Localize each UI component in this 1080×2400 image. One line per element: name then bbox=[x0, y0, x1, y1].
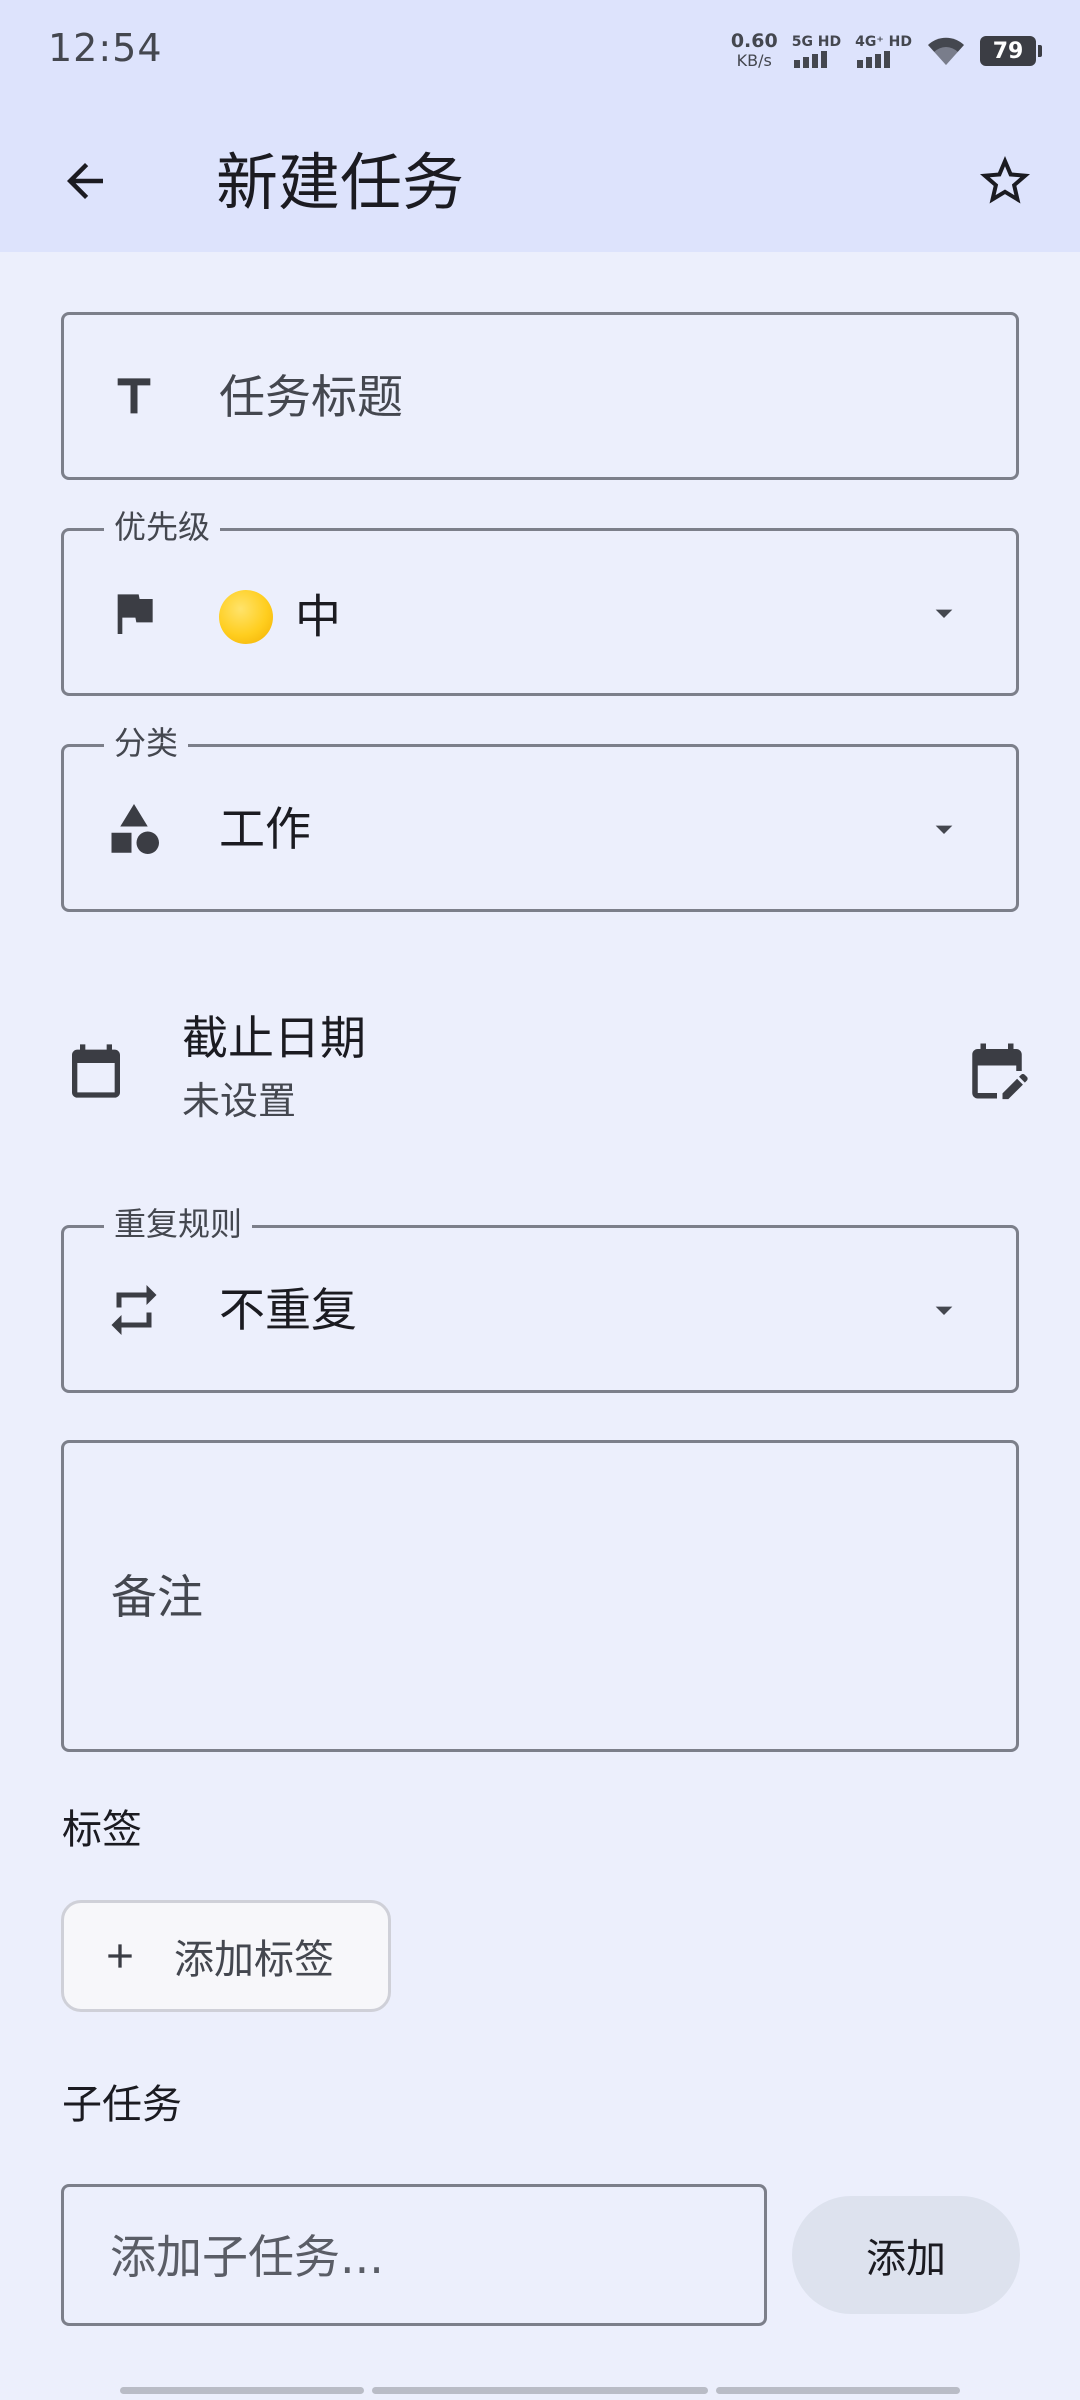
bottom-divider bbox=[120, 2387, 364, 2394]
notes-placeholder: 备注 bbox=[111, 1570, 203, 1624]
status-bar: 12:54 0.60 KB/s 5G HD 4G⁺ HD 79 bbox=[0, 0, 1080, 100]
subtask-input[interactable] bbox=[108, 2217, 708, 2297]
priority-value: 中 bbox=[219, 583, 341, 647]
repeat-value: 不重复 bbox=[219, 1283, 357, 1337]
repeat-label: 重复规则 bbox=[104, 1204, 253, 1244]
network-speed-unit: KB/s bbox=[736, 51, 772, 70]
sim2-label: 4G⁺ HD bbox=[855, 34, 912, 50]
add-subtask-button[interactable]: 添加 bbox=[792, 2196, 1020, 2314]
sim1-label: 5G HD bbox=[791, 34, 842, 50]
sim2-signal: 4G⁺ HD bbox=[855, 34, 912, 68]
task-title-placeholder: 任务标题 bbox=[219, 370, 403, 424]
signal-bars-icon bbox=[857, 51, 891, 68]
due-date-title: 截止日期 bbox=[182, 1011, 366, 1065]
category-icon bbox=[104, 799, 164, 859]
add-tag-label: 添加标签 bbox=[174, 1937, 334, 1983]
due-date-value: 未设置 bbox=[182, 1079, 297, 1123]
status-time: 12:54 bbox=[48, 26, 163, 70]
app-bar: 新建任务 bbox=[0, 100, 1080, 252]
category-value: 工作 bbox=[219, 802, 311, 856]
battery-indicator: 79 bbox=[980, 36, 1042, 66]
priority-dropdown[interactable]: 优先级 中 bbox=[61, 507, 1019, 696]
network-speed: 0.60 KB/s bbox=[730, 30, 778, 71]
title-icon bbox=[104, 367, 164, 427]
task-title-field[interactable]: 任务标题 bbox=[61, 312, 1019, 480]
chevron-down-icon bbox=[924, 809, 964, 849]
repeat-dropdown[interactable]: 重复规则 不重复 bbox=[61, 1204, 1019, 1393]
repeat-icon bbox=[104, 1280, 164, 1340]
tags-section-title: 标签 bbox=[62, 1807, 142, 1853]
signal-bars-icon bbox=[793, 51, 827, 68]
favorite-button[interactable] bbox=[960, 136, 1050, 226]
subtask-input-field[interactable] bbox=[61, 2184, 767, 2326]
arrow-back-icon bbox=[67, 163, 103, 199]
priority-value-text: 中 bbox=[295, 589, 341, 644]
subtasks-section-title: 子任务 bbox=[62, 2082, 182, 2128]
chevron-down-icon bbox=[924, 593, 964, 633]
flag-icon bbox=[104, 583, 164, 643]
due-date-row[interactable]: 截止日期 未设置 bbox=[0, 1000, 1080, 1150]
yellow-circle-icon bbox=[219, 589, 273, 644]
edit-calendar-icon[interactable] bbox=[964, 1036, 1030, 1106]
bottom-divider bbox=[716, 2387, 960, 2394]
network-speed-value: 0.60 bbox=[730, 30, 778, 52]
wifi-icon bbox=[928, 37, 964, 65]
page-title: 新建任务 bbox=[216, 146, 465, 219]
calendar-icon bbox=[72, 1044, 120, 1098]
star-outline-icon bbox=[980, 156, 1030, 204]
sim1-signal: 5G HD bbox=[792, 34, 841, 68]
add-tag-button[interactable]: 添加标签 bbox=[61, 1900, 391, 2012]
back-button[interactable] bbox=[40, 136, 130, 226]
priority-label: 优先级 bbox=[104, 507, 221, 547]
notes-field[interactable]: 备注 bbox=[61, 1440, 1019, 1752]
bottom-divider bbox=[372, 2387, 708, 2394]
category-dropdown[interactable]: 分类 工作 bbox=[61, 723, 1019, 912]
plus-icon bbox=[100, 1936, 140, 1976]
category-label: 分类 bbox=[104, 723, 189, 763]
status-icons: 0.60 KB/s 5G HD 4G⁺ HD 79 bbox=[730, 28, 1042, 74]
chevron-down-icon bbox=[924, 1290, 964, 1330]
